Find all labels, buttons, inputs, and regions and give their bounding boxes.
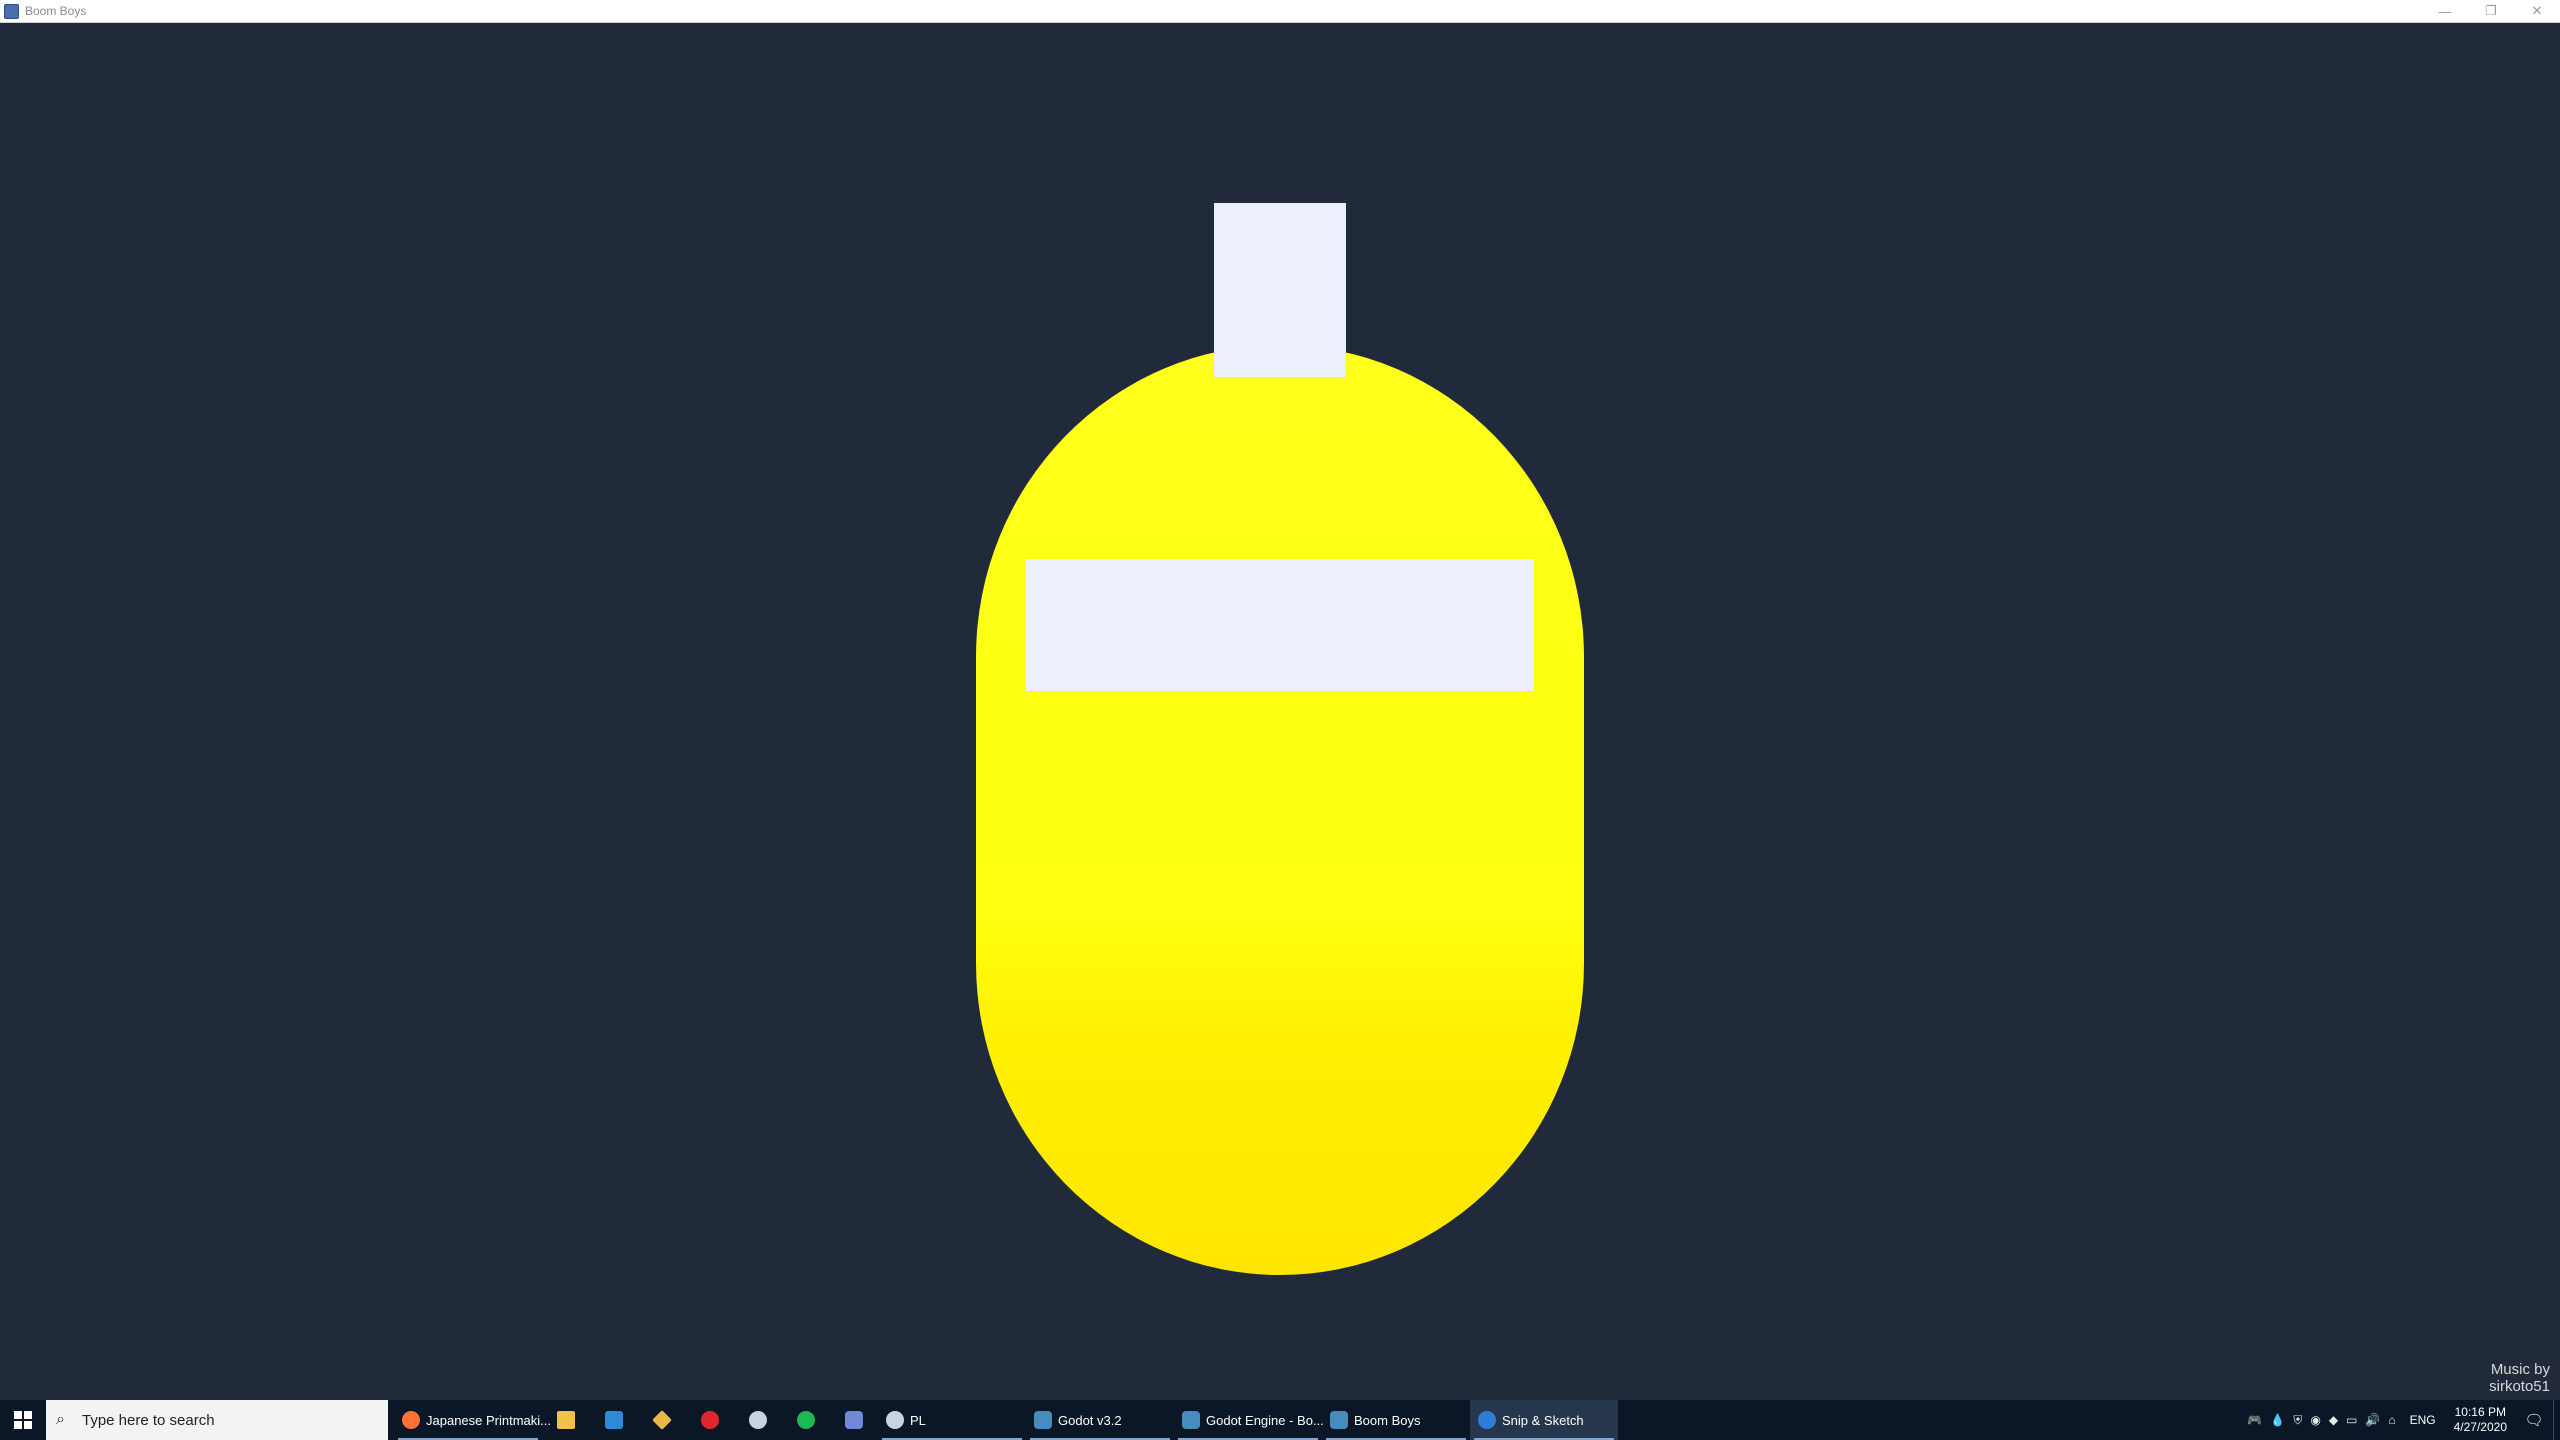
- search-icon: ⌕: [56, 1411, 65, 1428]
- network-icon[interactable]: ▭: [2346, 1413, 2357, 1427]
- taskbar-discord[interactable]: [830, 1400, 878, 1440]
- clock-date: 4/27/2020: [2453, 1420, 2507, 1434]
- player-character: [976, 203, 1584, 1275]
- steam-icon: [886, 1411, 904, 1429]
- vscode-icon: [605, 1411, 623, 1429]
- character-antenna: [1214, 203, 1346, 377]
- music-credit: Music by sirkoto51: [2489, 1361, 2550, 1395]
- gamepad-icon[interactable]: 🎮: [2247, 1413, 2262, 1427]
- taskbar-item-label: Japanese Printmaki...: [426, 1412, 552, 1428]
- music-credit-author: sirkoto51: [2489, 1378, 2550, 1395]
- taskbar-steam[interactable]: [734, 1400, 782, 1440]
- character-visor: [1026, 559, 1534, 691]
- search-input[interactable]: [80, 1410, 374, 1430]
- dropbox-icon[interactable]: ◆: [2329, 1413, 2338, 1427]
- godot-icon: [1330, 1411, 1348, 1429]
- taskbar-clock[interactable]: 10:16 PM 4/27/2020: [2454, 1405, 2507, 1435]
- speaker-icon[interactable]: 🔊: [2365, 1413, 2380, 1427]
- boom-boys-app-icon: [4, 3, 19, 19]
- taskbar-item-label: Boom Boys: [1354, 1412, 1421, 1428]
- discord-icon: [845, 1411, 863, 1429]
- godot-icon: [1034, 1411, 1052, 1429]
- taskbar-firefox[interactable]: Japanese Printmaki...: [394, 1400, 551, 1440]
- steam-icon: [749, 1411, 767, 1429]
- shield-icon[interactable]: ⛨: [2293, 1413, 2302, 1428]
- game-viewport[interactable]: Music by sirkoto51: [0, 23, 2560, 1401]
- git-icon: [652, 1410, 672, 1430]
- taskbar-item-label: Godot v3.2: [1058, 1412, 1122, 1428]
- restore-button[interactable]: ❐: [2468, 0, 2514, 22]
- taskbar-boom-boys[interactable]: Boom Boys: [1322, 1400, 1470, 1440]
- taskbar-spotify[interactable]: [782, 1400, 830, 1440]
- taskbar-git[interactable]: [638, 1400, 686, 1440]
- notification-center-icon[interactable]: 🗨: [2515, 1400, 2553, 1440]
- clock-time: 10:16 PM: [2454, 1405, 2506, 1419]
- windows-taskbar: ⌕ Japanese Printmaki... PL Godot v3.2 Go…: [0, 1400, 2560, 1440]
- taskbar-godot-engine[interactable]: Godot Engine - Bo...: [1174, 1400, 1324, 1440]
- steam-tray-icon[interactable]: ◉: [2310, 1413, 2320, 1427]
- windows-logo-icon: [14, 1411, 32, 1429]
- wifi-icon[interactable]: ⌂: [2388, 1413, 2395, 1427]
- window-controls: — ❐ ✕: [2422, 0, 2560, 22]
- minimize-button[interactable]: —: [2422, 0, 2468, 22]
- taskbar-godot-v32[interactable]: Godot v3.2: [1026, 1400, 1174, 1440]
- character-body: [976, 345, 1584, 1275]
- taskbar-item-label: Snip & Sketch: [1502, 1412, 1584, 1428]
- droplet-icon[interactable]: 💧: [2270, 1413, 2285, 1427]
- system-tray: 🎮 💧 ⛨ ◉ ◆ ▭ 🔊 ⌂ ENG 10:16 PM 4/27/2020 🗨: [2243, 1400, 2560, 1440]
- window-title-bar[interactable]: Boom Boys — ❐ ✕: [0, 0, 2560, 23]
- show-desktop-button[interactable]: [2553, 1400, 2560, 1440]
- taskbar-item-label: Godot Engine - Bo...: [1206, 1412, 1324, 1428]
- spotify-icon: [797, 1411, 815, 1429]
- language-indicator[interactable]: ENG: [2410, 1413, 2436, 1427]
- taskbar-vscode[interactable]: [590, 1400, 638, 1440]
- window-title: Boom Boys: [25, 4, 87, 18]
- firefox-icon: [402, 1411, 420, 1429]
- taskbar-steam-pl[interactable]: PL: [878, 1400, 1026, 1440]
- close-button[interactable]: ✕: [2514, 0, 2560, 22]
- file-explorer-icon: [557, 1411, 575, 1429]
- godot-icon: [1182, 1411, 1200, 1429]
- taskbar-file-explorer[interactable]: [542, 1400, 590, 1440]
- snip-sketch-icon: [1478, 1411, 1496, 1429]
- music-credit-line1: Music by: [2490, 1361, 2550, 1378]
- app-red-icon: [701, 1411, 719, 1429]
- start-button[interactable]: [0, 1400, 46, 1440]
- taskbar-item-label: PL: [910, 1412, 926, 1428]
- taskbar-snip-sketch[interactable]: Snip & Sketch: [1470, 1400, 1618, 1440]
- taskbar-search-box[interactable]: ⌕: [46, 1400, 388, 1440]
- taskbar-red-app[interactable]: [686, 1400, 734, 1440]
